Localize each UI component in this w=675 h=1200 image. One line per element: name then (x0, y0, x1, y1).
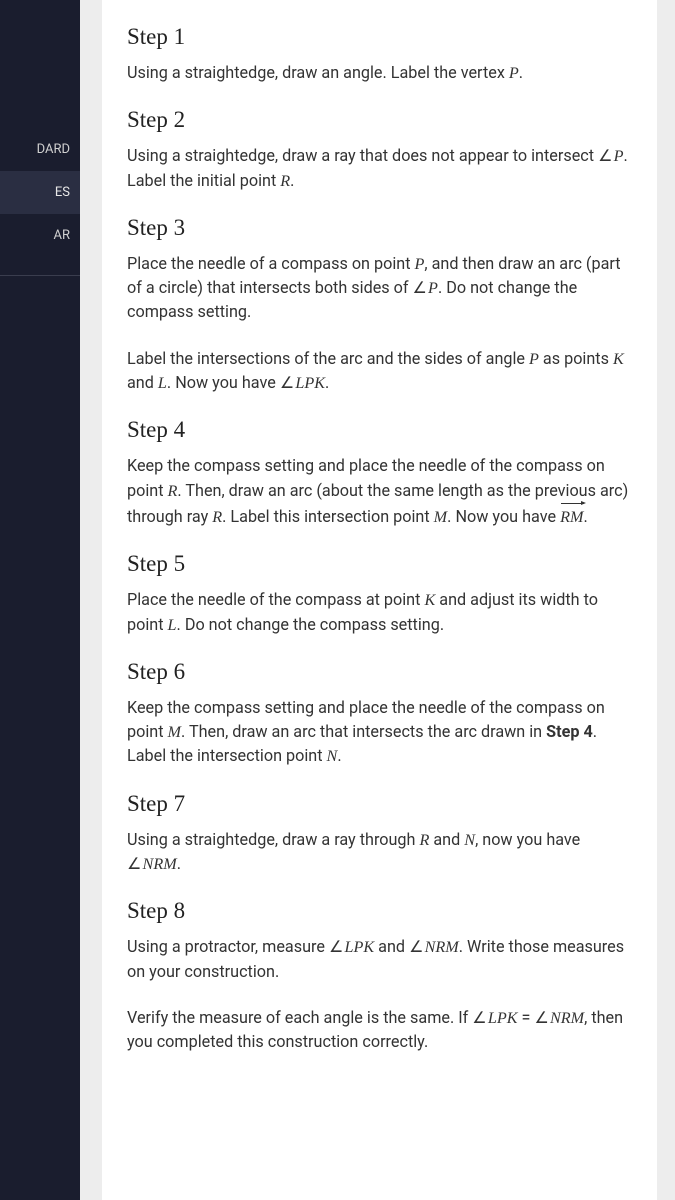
sidebar-item-courses[interactable]: ES (0, 171, 80, 214)
step-body: Place the needle of the compass at point… (127, 588, 632, 637)
step-title: Step 1 (127, 24, 632, 50)
math-var: R (168, 482, 178, 500)
content-scroll[interactable]: Step 1 Using a straightedge, draw an angl… (80, 0, 675, 1200)
math-var: N (464, 831, 475, 849)
sidebar: DARD ES AR (0, 0, 80, 1200)
step-body: Place the needle of a compass on point P… (127, 252, 632, 325)
step-body: Using a protractor, measure LPK and NRM.… (127, 935, 632, 984)
sidebar-spacer (0, 0, 80, 128)
math-var: R (212, 508, 222, 526)
math-var: N (327, 747, 338, 765)
angle-symbol: LPK (472, 1009, 517, 1027)
angle-symbol: NRM (127, 855, 177, 873)
math-var: P (529, 350, 539, 368)
step-body: Keep the compass setting and place the n… (127, 696, 632, 769)
angle-symbol: LPK (329, 938, 374, 956)
angle-symbol: LPK (280, 374, 325, 392)
angle-symbol: NRM (534, 1009, 584, 1027)
math-var: P (415, 255, 425, 273)
step-body: Using a straightedge, draw an angle. Lab… (127, 61, 632, 85)
ray-symbol: RM (560, 503, 583, 529)
angle-symbol: P (598, 147, 623, 165)
step-body: Keep the compass setting and place the n… (127, 454, 632, 529)
math-var: K (613, 350, 624, 368)
sidebar-item-label: ES (55, 185, 70, 200)
step-body: Using a straightedge, draw a ray that do… (127, 144, 632, 193)
angle-symbol: P (413, 279, 438, 297)
math-var: M (434, 508, 447, 526)
step-title: Step 5 (127, 551, 632, 577)
step-title: Step 4 (127, 417, 632, 443)
bold-text: Step 4 (546, 722, 593, 741)
math-var: M (168, 723, 181, 741)
step-body: Using a straightedge, draw a ray through… (127, 828, 632, 877)
math-var: L (168, 616, 177, 634)
step-body: Verify the measure of each angle is the … (127, 1006, 632, 1055)
step-title: Step 6 (127, 659, 632, 685)
step-title: Step 2 (127, 107, 632, 133)
math-var: L (158, 374, 167, 392)
sidebar-item-calendar[interactable]: AR (0, 214, 80, 257)
step-title: Step 3 (127, 215, 632, 241)
step-title: Step 7 (127, 791, 632, 817)
document: Step 1 Using a straightedge, draw an angl… (102, 0, 657, 1200)
sidebar-item-label: AR (54, 228, 71, 243)
step-body: Label the intersections of the arc and t… (127, 347, 632, 396)
math-var: K (424, 591, 435, 609)
math-var: R (419, 831, 429, 849)
sidebar-divider (0, 275, 80, 276)
step-title: Step 8 (127, 898, 632, 924)
sidebar-item-label: DARD (37, 142, 70, 157)
angle-symbol: NRM (409, 938, 459, 956)
math-var: P (509, 64, 519, 82)
math-var: R (280, 172, 290, 190)
sidebar-item-dashboard[interactable]: DARD (0, 128, 80, 171)
